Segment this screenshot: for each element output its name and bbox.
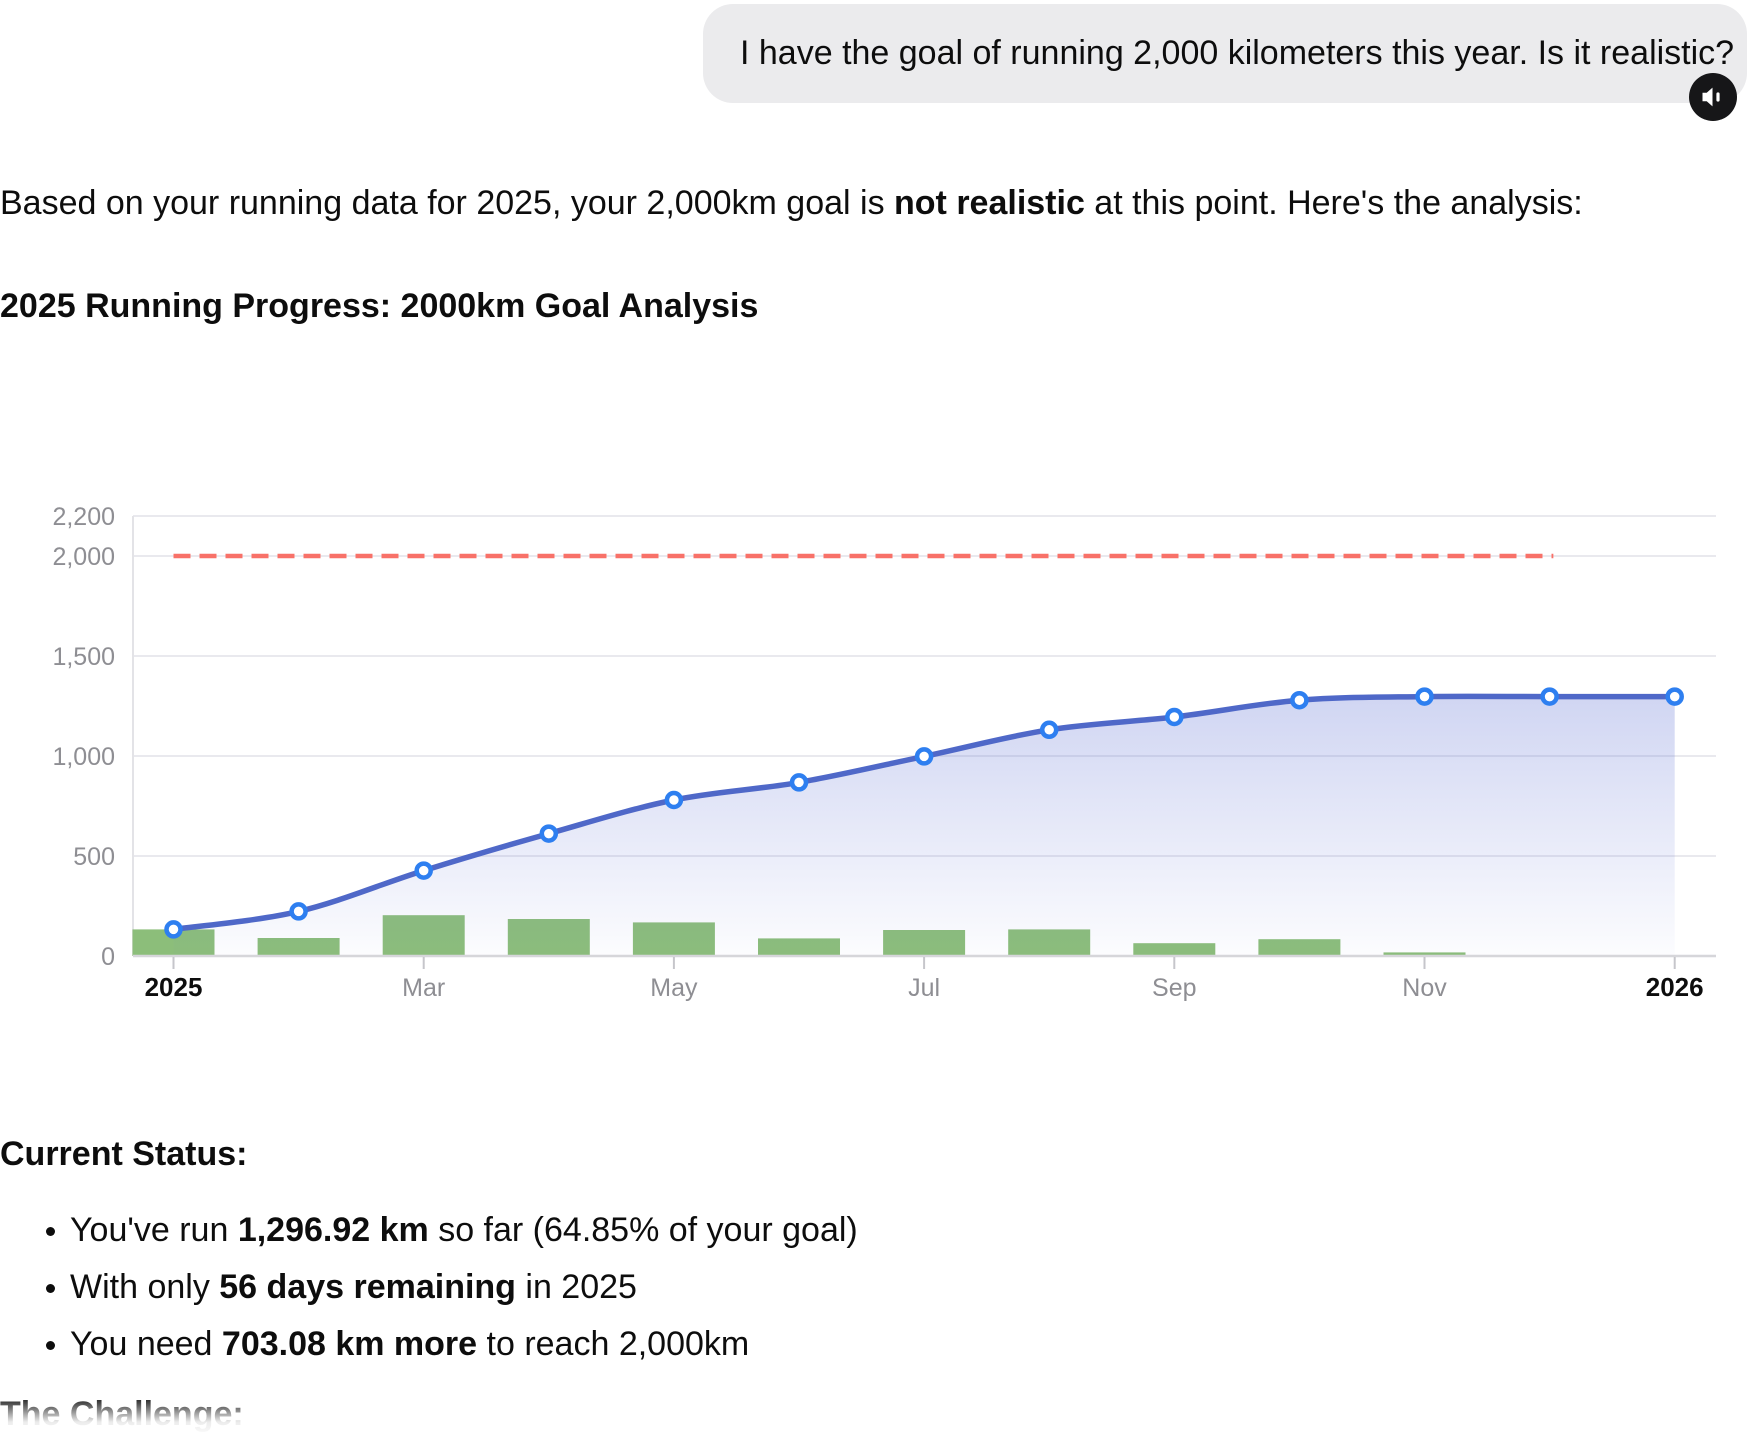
status-item-days: With only 56 days remaining in 2025 xyxy=(0,1259,1300,1316)
bar-May xyxy=(633,922,715,956)
y-tick-500: 500 xyxy=(73,843,115,871)
speaker-audio-icon xyxy=(1700,84,1726,110)
status-item-post: to reach 2,000km xyxy=(477,1325,749,1363)
data-point-6 xyxy=(917,749,931,763)
x-tick-Sep: Sep xyxy=(1152,974,1196,1002)
data-point-2 xyxy=(417,864,431,878)
status-item-pre: With only xyxy=(70,1268,219,1306)
bar-Jun xyxy=(758,938,840,956)
data-point-11 xyxy=(1543,690,1557,704)
x-axis-ticks: 2025 Mar May Jul Sep Nov 2026 xyxy=(145,957,1704,1002)
y-tick-1500: 1,500 xyxy=(52,643,115,671)
y-tick-0: 0 xyxy=(101,943,115,971)
status-item-bold: 1,296.92 km xyxy=(238,1211,429,1249)
data-point-5 xyxy=(792,775,806,789)
bar-Nov xyxy=(1384,952,1466,956)
data-point-12 xyxy=(1668,690,1682,704)
analysis-pre: Based on your running data for 2025, you… xyxy=(0,184,894,222)
status-item-bold: 703.08 km more xyxy=(222,1325,477,1363)
x-tick-Nov: Nov xyxy=(1402,974,1447,1002)
data-point-9 xyxy=(1292,693,1306,707)
chart-heading: 2025 Running Progress: 2000km Goal Analy… xyxy=(0,283,758,330)
bottom-fade-overlay xyxy=(0,1396,1760,1438)
status-item-post: so far (64.85% of your goal) xyxy=(429,1211,858,1249)
bar-Aug xyxy=(1008,929,1090,956)
data-point-8 xyxy=(1167,710,1181,724)
user-message-bubble: I have the goal of running 2,000 kilomet… xyxy=(703,4,1747,103)
data-point-1 xyxy=(292,904,306,918)
data-point-0 xyxy=(167,922,181,936)
cumulative-line xyxy=(174,696,1675,929)
y-axis-labels: 0 500 1,000 1,500 2,000 2,200 xyxy=(52,503,115,971)
bar-Jul xyxy=(883,930,965,956)
data-point-4 xyxy=(667,793,681,807)
monthly-distance-bars xyxy=(133,915,1466,956)
data-point-10 xyxy=(1418,690,1432,704)
cumulative-area xyxy=(174,696,1675,956)
gridlines xyxy=(133,516,1716,856)
status-item-remaining: You need 703.08 km more to reach 2,000km xyxy=(0,1316,1300,1373)
bar-Oct xyxy=(1258,939,1340,956)
status-item-pre: You've run xyxy=(70,1211,238,1249)
speaker-button[interactable] xyxy=(1689,73,1737,121)
x-tick-2026: 2026 xyxy=(1646,972,1704,1002)
status-list: You've run 1,296.92 km so far (64.85% of… xyxy=(0,1202,1300,1373)
status-item-distance: You've run 1,296.92 km so far (64.85% of… xyxy=(0,1202,1300,1259)
status-item-post: in 2025 xyxy=(516,1268,637,1306)
analysis-bold: not realistic xyxy=(894,184,1085,222)
status-heading: Current Status: xyxy=(0,1131,247,1178)
data-point-7 xyxy=(1042,723,1056,737)
status-item-pre: You need xyxy=(70,1325,222,1363)
data-point-3 xyxy=(542,827,556,841)
y-tick-2000: 2,000 xyxy=(52,543,115,571)
bar-Feb xyxy=(258,938,340,956)
y-tick-2200: 2,200 xyxy=(52,503,115,531)
bar-Apr xyxy=(508,919,590,956)
x-tick-2025: 2025 xyxy=(145,972,203,1002)
x-tick-May: May xyxy=(650,974,698,1002)
status-item-bold: 56 days remaining xyxy=(219,1268,516,1306)
y-tick-1000: 1,000 xyxy=(52,743,115,771)
bar-Jan xyxy=(133,929,215,956)
x-tick-Mar: Mar xyxy=(402,974,445,1002)
bar-Sep xyxy=(1133,943,1215,956)
x-tick-Jul: Jul xyxy=(908,974,940,1002)
user-message-text: I have the goal of running 2,000 kilomet… xyxy=(740,34,1734,73)
data-point-markers xyxy=(167,690,1682,937)
bar-Mar xyxy=(383,915,465,956)
analysis-paragraph: Based on your running data for 2025, you… xyxy=(0,180,1700,227)
analysis-post: at this point. Here's the analysis: xyxy=(1085,184,1583,222)
